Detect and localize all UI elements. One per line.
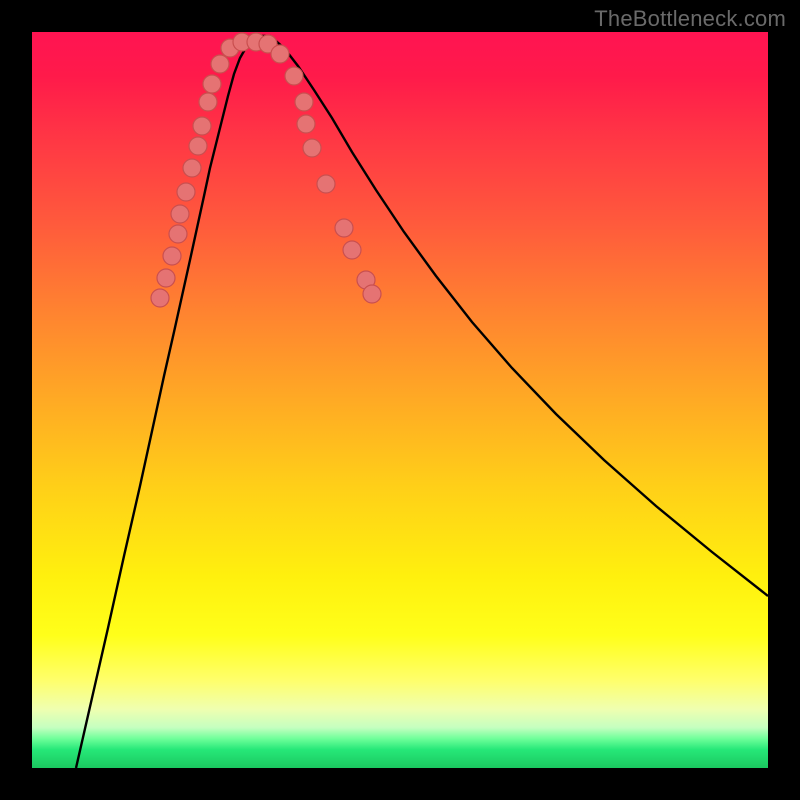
data-point [151,289,169,307]
data-point [363,285,381,303]
chart-frame: TheBottleneck.com [0,0,800,800]
data-point [317,175,335,193]
data-point [343,241,361,259]
data-point [211,55,229,73]
data-point [171,205,189,223]
bottleneck-curve [76,36,768,768]
data-point [271,45,289,63]
data-point [335,219,353,237]
chart-svg [32,32,768,768]
data-point [189,137,207,155]
watermark-text: TheBottleneck.com [594,6,786,32]
data-point [163,247,181,265]
data-point [297,115,315,133]
data-point [177,183,195,201]
data-point [183,159,201,177]
data-point [157,269,175,287]
data-point [169,225,187,243]
data-point [285,67,303,85]
chart-plot-area [32,32,768,768]
data-point [199,93,217,111]
data-point [193,117,211,135]
data-point [203,75,221,93]
data-point [303,139,321,157]
data-points [151,33,381,307]
data-point [295,93,313,111]
